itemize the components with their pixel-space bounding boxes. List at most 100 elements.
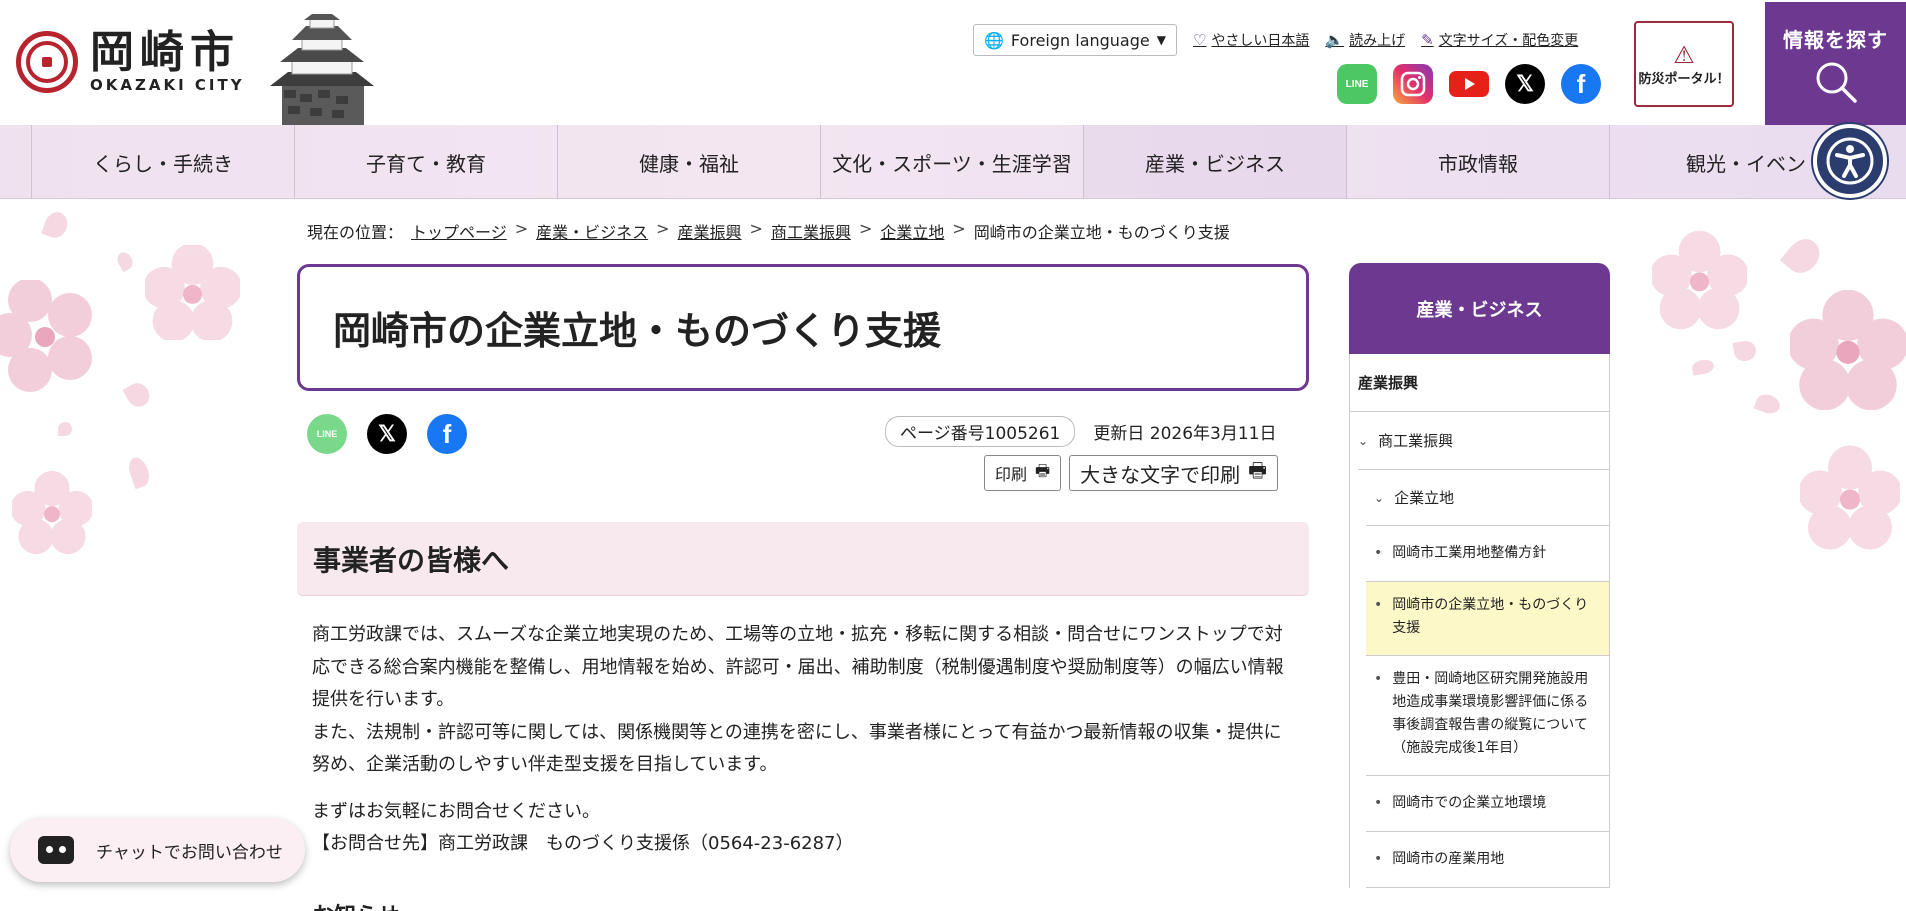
printer-icon: 🖶 <box>1035 460 1051 480</box>
updated-date: 更新日 2026年3月11日 <box>1093 424 1277 444</box>
side-nav-label: 岡崎市の産業用地 <box>1392 851 1505 867</box>
chat-inquiry-button[interactable]: チャットでお問い合わせ <box>10 818 305 882</box>
logo-name-jp: 岡崎市 <box>90 27 240 78</box>
paint-bucket-icon: ✎ <box>1421 31 1434 49</box>
page-meta: ページ番号1005261 更新日 2026年3月11日 <box>885 416 1277 447</box>
warning-icon: ⚠ <box>1673 40 1695 69</box>
breadcrumb-current: 岡崎市の企業立地・ものづくり支援 <box>973 223 1230 242</box>
share-x-icon[interactable]: 𝕏 <box>367 414 407 454</box>
read-aloud-link[interactable]: 🔈 読み上げ <box>1325 30 1405 50</box>
print-button[interactable]: 印刷 🖶 <box>984 455 1062 491</box>
x-icon[interactable]: 𝕏 <box>1505 64 1545 104</box>
gnav-item-culture[interactable]: 文化・スポーツ・生涯学習 <box>820 125 1083 199</box>
side-nav-label: 企業立地 <box>1394 489 1455 507</box>
gnav-item-health[interactable]: 健康・福祉 <box>557 125 820 199</box>
print-large-button[interactable]: 大きな文字で印刷 🖶 <box>1069 455 1279 491</box>
text-size-color-link[interactable]: ✎ 文字サイズ・配色変更 <box>1421 30 1578 50</box>
foreign-language-select[interactable]: 🌐 Foreign language ▼ <box>973 24 1177 56</box>
section-heading-box: 事業者の皆様へ <box>297 522 1309 596</box>
read-aloud-label: 読み上げ <box>1349 33 1406 49</box>
foreign-language-label: Foreign language <box>1010 30 1150 50</box>
side-nav-item[interactable]: • 岡崎市の産業用地 <box>1366 832 1609 888</box>
contact-info: 【お問合せ先】商工労政課 ものづくり支援係（0564-23-6287） <box>312 833 854 854</box>
section-body: 商工労政課では、スムーズな企業立地実現のため、工場等の立地・拡充・移転に関する相… <box>312 619 1292 861</box>
global-nav: くらし・手続き 子育て・教育 健康・福祉 文化・スポーツ・生涯学習 産業・ビジネ… <box>0 125 1906 199</box>
bullet-icon: • <box>1374 545 1383 561</box>
gnav-item-childcare[interactable]: 子育て・教育 <box>294 125 557 199</box>
print-buttons: 印刷 🖶 大きな文字で印刷 🖶 <box>984 455 1279 491</box>
side-nav: 産業・ビジネス 産業振興 ⌄ 商工業振興 ⌄ 企業立地 • 岡崎市工業用地整備方… <box>1349 263 1610 911</box>
castle-illustration <box>270 14 374 125</box>
side-nav-label: 岡崎市の企業立地・ものづくり支援 <box>1392 597 1589 636</box>
bullet-icon: • <box>1374 851 1383 867</box>
heart-icon: ♡ <box>1192 31 1207 49</box>
side-nav-item-industry[interactable]: 産業振興 <box>1350 354 1609 412</box>
breadcrumb-link[interactable]: 産業・ビジネス <box>536 219 648 243</box>
body-paragraph: まずはお気軽にお問合せください。 <box>312 800 600 822</box>
gnav-item-business[interactable]: 産業・ビジネス <box>1083 125 1346 199</box>
disaster-portal-label: 防災ポータル！ <box>1638 71 1730 87</box>
body-paragraph: 商工労政課では、スムーズな企業立地実現のため、工場等の立地・拡充・移転に関する相… <box>312 624 1284 710</box>
city-seal-icon <box>16 31 78 93</box>
text-size-color-label: 文字サイズ・配色変更 <box>1438 33 1579 49</box>
gnav-item-city-info[interactable]: 市政情報 <box>1346 125 1609 199</box>
breadcrumb-link[interactable]: 商工業振興 <box>771 219 851 243</box>
facebook-icon[interactable]: f <box>1561 64 1601 104</box>
chevron-down-icon: ⌄ <box>1374 490 1385 505</box>
youtube-icon[interactable] <box>1449 64 1489 104</box>
next-section-heading: お知らせ <box>312 898 400 911</box>
site-header: 岡崎市 OKAZAKI CITY 🌐 Foreign language ▼ ♡ … <box>0 0 1906 125</box>
sns-links: LINE 𝕏 f <box>1337 64 1601 104</box>
side-nav-label: 豊田・岡崎地区研究開発施設用地造成事業環境影響評価に係る事後調査報告書の縦覧につ… <box>1392 671 1589 756</box>
site-logo[interactable]: 岡崎市 OKAZAKI CITY <box>16 30 245 94</box>
search-icon <box>1816 62 1857 103</box>
share-facebook-icon[interactable]: f <box>427 414 467 454</box>
easy-japanese-label: やさしい日本語 <box>1211 33 1310 49</box>
bullet-icon: • <box>1374 671 1383 687</box>
print-label: 印刷 <box>995 465 1028 484</box>
side-nav-label: 岡崎市での企業立地環境 <box>1392 795 1547 811</box>
instagram-icon[interactable] <box>1393 64 1433 104</box>
side-nav-item-location[interactable]: ⌄ 企業立地 <box>1366 470 1609 526</box>
search-info-label: 情報を探す <box>1783 28 1888 52</box>
page-title-box: 岡崎市の企業立地・ものづくり支援 <box>297 264 1309 391</box>
side-nav-label: 産業振興 <box>1358 374 1419 392</box>
bullet-icon: • <box>1374 795 1383 811</box>
gnav-item-living[interactable]: くらし・手続き <box>31 125 294 199</box>
easy-japanese-link[interactable]: ♡ やさしい日本語 <box>1193 30 1309 50</box>
accessibility-button[interactable] <box>1813 124 1887 198</box>
breadcrumb-link[interactable]: トップページ <box>411 219 507 243</box>
breadcrumb-link[interactable]: 企業立地 <box>880 219 944 243</box>
speaker-icon: 🔈 <box>1325 31 1345 49</box>
side-nav-item-commerce[interactable]: ⌄ 商工業振興 <box>1358 412 1609 470</box>
chevron-down-icon: ▼ <box>1156 33 1166 47</box>
print-large-label: 大きな文字で印刷 <box>1080 462 1241 487</box>
share-line-icon[interactable]: LINE <box>307 414 347 454</box>
chat-label: チャットでお問い合わせ <box>96 842 283 863</box>
side-nav-item[interactable]: • 岡崎市工業用地整備方針 <box>1366 526 1609 582</box>
disaster-portal-button[interactable]: ⚠ 防災ポータル！ <box>1634 21 1734 107</box>
printer-icon: 🖶 <box>1248 458 1268 482</box>
globe-icon: 🌐 <box>984 30 1004 50</box>
line-icon[interactable]: LINE <box>1337 64 1377 104</box>
side-nav-label: 商工業振興 <box>1378 432 1454 450</box>
side-nav-label: 岡崎市工業用地整備方針 <box>1392 545 1547 561</box>
logo-name-en: OKAZAKI CITY <box>90 76 245 94</box>
chevron-down-icon: ⌄ <box>1358 433 1369 448</box>
search-info-button[interactable]: 情報を探す <box>1765 2 1906 125</box>
section-heading: 事業者の皆様へ <box>313 543 510 577</box>
breadcrumb: 現在の位置： トップページ > 産業・ビジネス > 産業振興 > 商工業振興 > 企業立… <box>307 219 1230 243</box>
bullet-icon: • <box>1374 597 1383 613</box>
side-nav-heading[interactable]: 産業・ビジネス <box>1349 263 1610 354</box>
accessibility-icon <box>1826 137 1874 185</box>
body-paragraph: また、法規制・許認可等に関しては、関係機関等との連携を密にし、事業者様にとって有… <box>312 721 1282 776</box>
breadcrumb-prefix: 現在の位置： <box>307 223 404 242</box>
side-nav-item[interactable]: • 岡崎市での企業立地環境 <box>1366 776 1609 832</box>
breadcrumb-link[interactable]: 産業振興 <box>678 219 742 243</box>
page-number: ページ番号1005261 <box>885 416 1076 447</box>
page-title: 岡崎市の企業立地・ものづくり支援 <box>333 309 942 353</box>
share-buttons: LINE 𝕏 f <box>307 414 467 454</box>
chatbot-icon <box>38 836 74 864</box>
side-nav-item-current[interactable]: • 岡崎市の企業立地・ものづくり支援 <box>1366 582 1609 656</box>
side-nav-item[interactable]: • 豊田・岡崎地区研究開発施設用地造成事業環境影響評価に係る事後調査報告書の縦覧… <box>1366 656 1609 776</box>
